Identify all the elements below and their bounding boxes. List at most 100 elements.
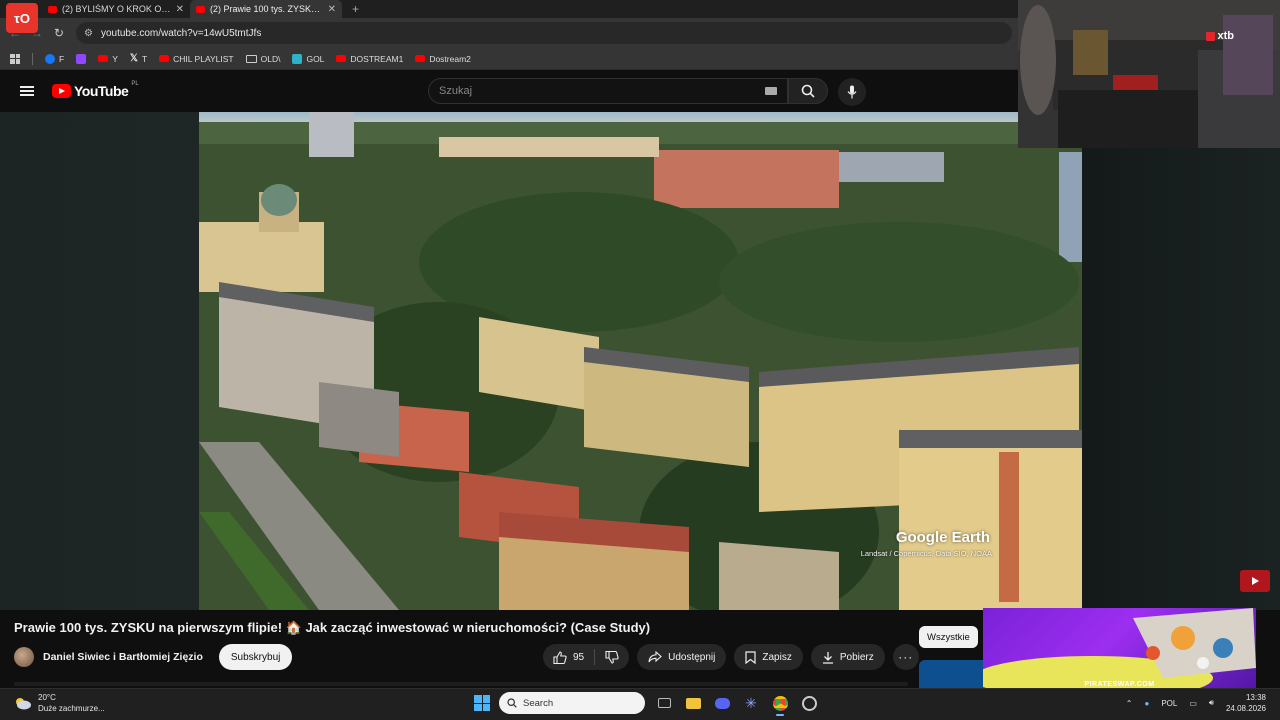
close-tab-icon[interactable]: ✕ — [328, 4, 336, 15]
ad-graphic-image — [983, 608, 1256, 690]
search-input[interactable]: Szukaj — [428, 78, 788, 104]
webcam-scene-image — [1018, 0, 1280, 148]
download-button[interactable]: Pobierz — [810, 644, 885, 670]
more-options-icon[interactable]: ··· — [892, 644, 919, 670]
imagery-credit: Landsat / Copernicus, Data SIO, NOAA — [860, 549, 992, 558]
tab-label: (2) Prawie 100 tys. ZYSKU na pi — [210, 4, 323, 14]
channel-avatar[interactable] — [14, 647, 34, 667]
youtube-icon — [415, 55, 426, 62]
thumbs-up-icon — [553, 650, 567, 664]
video-player[interactable]: Google Earth Landsat / Copernicus, Data … — [0, 112, 1280, 610]
language-indicator[interactable]: POL — [1161, 699, 1177, 708]
youtube-play-icon — [52, 84, 71, 98]
voice-search-button[interactable] — [838, 78, 866, 106]
xtb-logo-icon — [1205, 31, 1215, 41]
microphone-icon — [847, 85, 857, 99]
sponsor-logo: xtb — [1205, 30, 1234, 42]
url-text: youtube.com/watch?v=14wU5tmtJfs — [100, 27, 262, 39]
video-title: Prawie 100 tys. ZYSKU na pierwszym flipi… — [14, 620, 651, 635]
address-bar: ← → ↻ ⚙ youtube.com/watch?v=14wU5tmtJfs — [0, 18, 1018, 48]
temperature: 20°C — [38, 693, 56, 702]
gol-icon — [292, 53, 303, 64]
chevron-up-icon[interactable]: ⌃ — [1126, 699, 1133, 708]
channel-name[interactable]: Daniel Siwiec i Bartłomiej Zięzio — [43, 651, 203, 663]
screen: τO (2) BYLIŚMY O KROK OD WOJN ✕ (2) Praw… — [0, 0, 1280, 720]
bookmark-twitch[interactable] — [76, 53, 87, 64]
chrome-icon[interactable] — [770, 693, 790, 716]
system-tray: ⌃ ● POL ▭ 🔊︎ 13:38 24.08.2026 — [1126, 692, 1266, 714]
weather-widget[interactable]: 20°C Duże zachmurze... — [14, 692, 105, 714]
share-icon — [648, 651, 662, 663]
reload-icon[interactable]: ↻ — [48, 26, 70, 40]
bookmark-folder-old[interactable]: OLD\ — [245, 54, 280, 64]
volume-icon[interactable]: 🔊︎ — [1209, 698, 1214, 708]
like-dislike-group: 95 — [543, 644, 630, 670]
youtube-icon — [336, 55, 347, 62]
obs-icon[interactable] — [799, 693, 819, 713]
clock[interactable]: 13:38 24.08.2026 — [1226, 692, 1266, 714]
windows-taskbar: 20°C Duże zachmurze... Search ✳ ⌃ ● POL … — [0, 688, 1280, 720]
discord-icon[interactable] — [712, 693, 732, 713]
close-tab-icon[interactable]: ✕ — [176, 4, 184, 15]
bookmark-youtube[interactable]: Y — [98, 54, 118, 64]
network-icon[interactable]: ▭ — [1189, 699, 1197, 708]
dislike-button[interactable] — [595, 644, 629, 670]
bookmark-dostream2[interactable]: Dostream2 — [415, 54, 471, 64]
bookmark-x[interactable]: 𝕏T — [130, 53, 147, 64]
youtube-icon — [98, 55, 109, 62]
keyboard-icon[interactable] — [765, 87, 777, 95]
play-icon — [1252, 577, 1259, 585]
apps-grid-icon[interactable] — [10, 53, 20, 64]
bookmark-dostream1[interactable]: DOSTREAM1 — [336, 54, 403, 64]
chip-all[interactable]: Wszystkie — [919, 626, 978, 648]
hamburger-menu-icon[interactable] — [20, 86, 34, 96]
search-icon — [507, 698, 517, 708]
browser-tab-active[interactable]: (2) Prawie 100 tys. ZYSKU na pi ✕ — [190, 0, 342, 18]
bookmark-separator — [32, 52, 33, 65]
subscribe-button[interactable]: Subskrybuj — [218, 644, 293, 670]
youtube-favicon-icon — [196, 5, 205, 13]
youtube-logo[interactable]: YouTube PL — [52, 81, 139, 99]
thumbs-down-icon — [605, 650, 619, 664]
cloud-icon — [16, 698, 31, 710]
taskbar-search[interactable]: Search — [499, 692, 645, 714]
tab-label: (2) BYLIŚMY O KROK OD WOJN — [62, 4, 171, 14]
search-button[interactable] — [788, 78, 828, 104]
microphone-icon[interactable]: ● — [1144, 699, 1149, 708]
save-button[interactable]: Zapisz — [734, 644, 803, 670]
youtube-logo-text: YouTube — [74, 83, 129, 99]
perplexity-icon[interactable]: ✳ — [741, 693, 761, 713]
streamer-webcam: xtb — [1018, 0, 1280, 148]
taskbar-center: Search ✳ — [474, 692, 819, 716]
description-box[interactable] — [14, 682, 908, 686]
facebook-icon — [45, 53, 55, 64]
file-explorer-icon[interactable] — [683, 693, 703, 713]
search-icon — [801, 84, 815, 98]
bookmarks-bar: F Y 𝕏T CHIL PLAYLIST OLD\ GOL DOSTREAM1 … — [0, 48, 1018, 70]
like-button[interactable]: 95 — [543, 644, 594, 670]
bookmark-facebook[interactable]: F — [45, 53, 64, 64]
x-logo-icon: 𝕏 — [129, 53, 138, 64]
site-info-icon[interactable]: ⚙ — [84, 28, 93, 39]
like-count: 95 — [573, 651, 585, 663]
bookmark-chil-playlist[interactable]: CHIL PLAYLIST — [159, 54, 234, 64]
youtube-favicon-icon — [48, 5, 57, 13]
video-frame[interactable]: Google Earth Landsat / Copernicus, Data … — [199, 112, 1082, 610]
recommendation-thumbnail[interactable] — [919, 660, 983, 688]
browser-tab-bar: (2) BYLIŚMY O KROK OD WOJN ✕ (2) Prawie … — [0, 0, 1018, 18]
browser-tab[interactable]: (2) BYLIŚMY O KROK OD WOJN ✕ — [42, 0, 190, 18]
windows-start-icon[interactable] — [474, 695, 490, 711]
twitch-icon — [76, 53, 87, 64]
download-icon — [822, 651, 833, 664]
google-earth-watermark: Google Earth — [895, 529, 990, 546]
ad-text: PIRATESWAP.COM — [1084, 681, 1155, 688]
weather-description: Duże zachmurze... — [38, 704, 105, 713]
url-input[interactable]: ⚙ youtube.com/watch?v=14wU5tmtJfs — [76, 22, 1012, 44]
share-button[interactable]: Udostępnij — [637, 644, 727, 670]
new-tab-icon[interactable]: + — [342, 0, 369, 18]
task-view-icon[interactable] — [654, 693, 674, 713]
folder-icon — [245, 54, 257, 63]
subscribe-watermark-icon[interactable] — [1240, 570, 1270, 592]
bookmark-icon — [745, 650, 756, 664]
bookmark-gol[interactable]: GOL — [292, 53, 324, 64]
